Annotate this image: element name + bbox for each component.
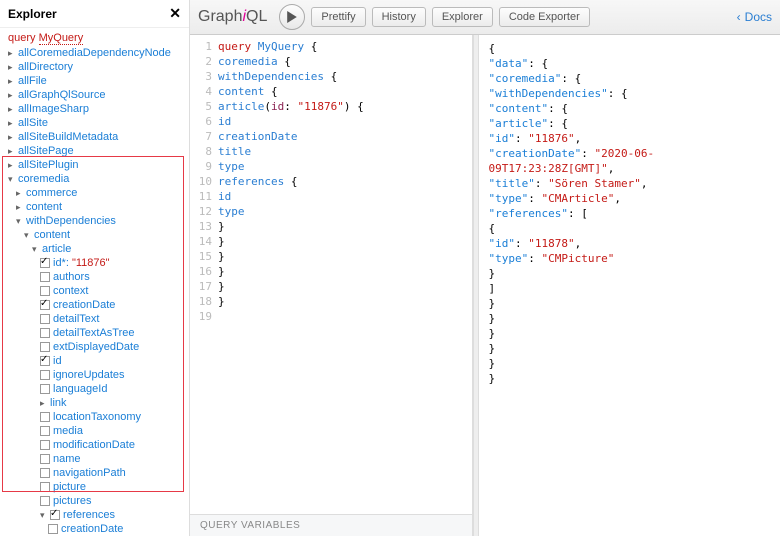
tree-article-id-arg[interactable]: id*: "11876" [4, 256, 189, 270]
tree-field-picture[interactable]: picture [4, 480, 189, 494]
explorer-title: Explorer [8, 7, 57, 21]
checkbox-icon[interactable] [40, 286, 50, 296]
checkbox-icon[interactable] [40, 356, 50, 366]
checkbox-icon[interactable] [40, 300, 50, 310]
execute-button[interactable] [279, 4, 305, 30]
tree-field-languageId[interactable]: languageId [4, 382, 189, 396]
checkbox-icon[interactable] [40, 426, 50, 436]
close-icon[interactable]: ✕ [169, 5, 181, 22]
tree-ref-creationDate[interactable]: creationDate [4, 522, 189, 536]
tree-field-detailTextAsTree[interactable]: detailTextAsTree [4, 326, 189, 340]
tree-field-media[interactable]: media [4, 424, 189, 438]
tree-content[interactable]: content [4, 200, 189, 214]
tree-field-ignoreUpdates[interactable]: ignoreUpdates [4, 368, 189, 382]
code-exporter-button[interactable]: Code Exporter [499, 7, 590, 27]
checkbox-icon[interactable] [40, 440, 50, 450]
tree-root-item[interactable]: allGraphQlSource [4, 88, 189, 102]
checkbox-icon[interactable] [40, 328, 50, 338]
checkbox-icon[interactable] [40, 482, 50, 492]
docs-button[interactable]: ‹ Docs [737, 10, 772, 24]
brand-logo: GraphiQL [198, 8, 267, 26]
tree-field-name[interactable]: name [4, 452, 189, 466]
main-panel: GraphiQL Prettify History Explorer Code … [190, 0, 780, 536]
chevron-left-icon: ‹ [737, 10, 741, 24]
code-area[interactable]: 12345678910111213141516171819 query MyQu… [190, 35, 472, 514]
tree-field-references[interactable]: references [4, 508, 189, 522]
checkbox-icon[interactable] [40, 342, 50, 352]
tree-field-creationDate[interactable]: creationDate [4, 298, 189, 312]
checkbox-icon[interactable] [40, 314, 50, 324]
tree-field-id[interactable]: id [4, 354, 189, 368]
query-keyword: query [8, 32, 36, 44]
app-root: Explorer ✕ query MyQuery allCoremediaDep… [0, 0, 780, 536]
query-declaration: query MyQuery [4, 30, 189, 46]
tree-coremedia[interactable]: coremedia [4, 172, 189, 186]
tree-withdependencies[interactable]: withDependencies [4, 214, 189, 228]
tree-field-detailText[interactable]: detailText [4, 312, 189, 326]
explorer-panel: Explorer ✕ query MyQuery allCoremediaDep… [0, 0, 190, 536]
checkbox-icon[interactable] [40, 468, 50, 478]
tree-root-item[interactable]: allFile [4, 74, 189, 88]
checkbox-icon[interactable] [50, 510, 60, 520]
checkbox-icon[interactable] [40, 258, 50, 268]
line-gutter: 12345678910111213141516171819 [190, 39, 218, 514]
explorer-header: Explorer ✕ [0, 0, 189, 28]
tree-field-navigationPath[interactable]: navigationPath [4, 466, 189, 480]
tree-root-item[interactable]: allSiteBuildMetadata [4, 130, 189, 144]
query-editor[interactable]: 12345678910111213141516171819 query MyQu… [190, 35, 473, 536]
tree-field-pictures[interactable]: pictures [4, 494, 189, 508]
tree-root-item[interactable]: allDirectory [4, 60, 189, 74]
checkbox-icon[interactable] [40, 272, 50, 282]
tree-root-item[interactable]: allSite [4, 116, 189, 130]
tree-root-item[interactable]: allImageSharp [4, 102, 189, 116]
tree-article[interactable]: article [4, 242, 189, 256]
checkbox-icon[interactable] [40, 454, 50, 464]
checkbox-icon[interactable] [40, 496, 50, 506]
tree-field-authors[interactable]: authors [4, 270, 189, 284]
explorer-body: query MyQuery allCoremediaDependencyNode… [0, 28, 189, 536]
query-name-input[interactable]: MyQuery [39, 32, 84, 45]
prettify-button[interactable]: Prettify [311, 7, 365, 27]
checkbox-icon[interactable] [40, 384, 50, 394]
toolbar: GraphiQL Prettify History Explorer Code … [190, 0, 780, 35]
tree-field-link[interactable]: link [4, 396, 189, 410]
tree-field-extDisplayedDate[interactable]: extDisplayedDate [4, 340, 189, 354]
checkbox-icon[interactable] [40, 370, 50, 380]
code-content[interactable]: query MyQuery { coremedia { withDependen… [218, 39, 472, 514]
explorer-button[interactable]: Explorer [432, 7, 493, 27]
result-panel: { "data": { "coremedia": { "withDependen… [479, 35, 780, 536]
tree-commerce[interactable]: commerce [4, 186, 189, 200]
tree-root-item[interactable]: allSitePlugin [4, 158, 189, 172]
tree-wd-content[interactable]: content [4, 228, 189, 242]
checkbox-icon[interactable] [40, 412, 50, 422]
tree-field-modificationDate[interactable]: modificationDate [4, 438, 189, 452]
tree-field-locationTaxonomy[interactable]: locationTaxonomy [4, 410, 189, 424]
query-variables-bar[interactable]: QUERY VARIABLES [190, 514, 472, 536]
history-button[interactable]: History [372, 7, 426, 27]
tree-root-item[interactable]: allCoremediaDependencyNode [4, 46, 189, 60]
play-icon [286, 11, 298, 23]
checkbox-icon[interactable] [48, 524, 58, 534]
tree-root-item[interactable]: allSitePage [4, 144, 189, 158]
tree-field-context[interactable]: context [4, 284, 189, 298]
panes: 12345678910111213141516171819 query MyQu… [190, 35, 780, 536]
